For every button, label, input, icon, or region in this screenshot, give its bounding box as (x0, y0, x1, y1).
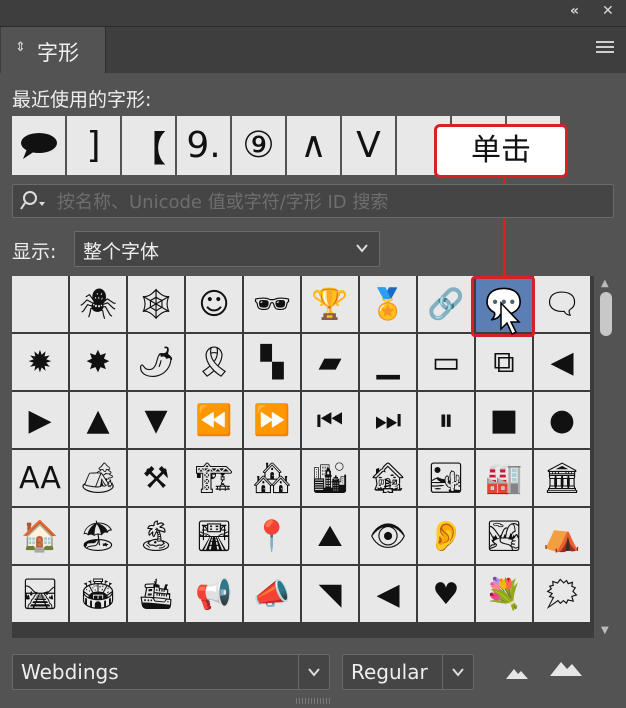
glyph-search-box[interactable] (12, 184, 614, 218)
glyph-cell[interactable]: 🕷 (70, 276, 126, 332)
glyph-cell[interactable]: ▭ (418, 334, 474, 390)
glyph-cell[interactable]: 🏅 (360, 276, 416, 332)
panel-title-bar: « ✕ (0, 0, 626, 27)
glyph-cell[interactable]: 🛤 (12, 566, 68, 622)
glyph-cell[interactable]: 🏆 (302, 276, 358, 332)
glyph-cell[interactable]: AA (12, 450, 68, 506)
recent-glyph[interactable] (12, 116, 65, 175)
glyph-cell[interactable] (12, 276, 68, 332)
scroll-up-icon[interactable]: ▲ (601, 278, 609, 289)
glyph-cell[interactable]: ■ (476, 392, 532, 448)
glyph-cell[interactable]: ✹ (12, 334, 68, 390)
glyph-cell[interactable]: ⏭ (360, 392, 416, 448)
chevron-down-icon[interactable] (307, 664, 321, 683)
glyph-cell[interactable]: ◀ (534, 334, 590, 390)
recent-glyph[interactable]: 【 (122, 116, 175, 175)
glyph-cell[interactable]: 🔗 (418, 276, 474, 332)
glyph-cell[interactable]: ● (534, 392, 590, 448)
tab-glyphs[interactable]: ⇕ 字形 (1, 27, 106, 73)
chevron-down-icon (355, 240, 369, 259)
glyph-cell[interactable]: ⚒ (128, 450, 184, 506)
glyph-cell[interactable]: ⛰ (302, 508, 358, 564)
sort-arrows-icon: ⇕ (15, 40, 26, 55)
resize-grip[interactable] (296, 698, 330, 704)
show-dropdown-value: 整个字体 (83, 241, 160, 263)
glyph-cell[interactable]: 📣 (244, 566, 300, 622)
glyph-cell[interactable]: 🏛 (534, 450, 590, 506)
search-input[interactable] (55, 188, 499, 216)
glyph-cell[interactable]: 💐 (476, 566, 532, 622)
glyph-cell[interactable]: ▼ (128, 392, 184, 448)
font-style-value: Regular (351, 660, 428, 684)
scroll-down-icon[interactable]: ▼ (601, 625, 609, 636)
font-family-dropdown[interactable]: Webdings (12, 654, 330, 690)
mountain-small-icon[interactable] (506, 664, 528, 683)
show-dropdown[interactable]: 整个字体 (74, 231, 380, 267)
glyph-cell[interactable]: 🏝 (128, 508, 184, 564)
glyph-cell[interactable]: ⏸ (418, 392, 474, 448)
glyph-cell[interactable]: 📢 (186, 566, 242, 622)
glyph-cell[interactable]: 🏘 (244, 450, 300, 506)
glyph-cell[interactable]: ⏪ (186, 392, 242, 448)
chevron-down-icon[interactable] (451, 664, 465, 683)
speech-bubble-icon (20, 132, 57, 159)
click-callout: 单击 (434, 124, 568, 178)
glyph-cell[interactable]: ⏮ (302, 392, 358, 448)
glyph-cell[interactable]: ♥ (418, 566, 474, 622)
glyph-cell[interactable]: 🏕 (70, 450, 126, 506)
recent-glyph[interactable]: ] (67, 116, 120, 175)
show-label: 显示: (12, 241, 57, 263)
glyph-cell[interactable]: ▶ (12, 392, 68, 448)
recent-glyphs-label: 最近使用的字形: (12, 89, 152, 111)
glyph-grid-scrollbar[interactable]: ▲ ▼ (598, 276, 614, 638)
hamburger-menu-icon[interactable] (596, 41, 614, 56)
glyph-cell[interactable]: 🗯 (534, 566, 590, 622)
glyph-cell[interactable]: ▰ (302, 334, 358, 390)
glyph-cell[interactable]: 🗨 (534, 276, 590, 332)
panel-tab-row: ⇕ 字形 (0, 27, 626, 73)
recent-glyph[interactable]: ⑨ (232, 116, 285, 175)
glyph-cell[interactable]: ⧉ (476, 334, 532, 390)
glyph-cell[interactable]: ▁ (360, 334, 416, 390)
close-icon[interactable]: ✕ (602, 3, 614, 19)
glyph-cell[interactable]: ⏩ (244, 392, 300, 448)
tab-title: 字形 (37, 41, 79, 65)
glyph-cell[interactable]: ⛺ (534, 508, 590, 564)
glyph-cell[interactable]: 🏗 (186, 450, 242, 506)
glyph-cell[interactable]: 🏙 (302, 450, 358, 506)
glyph-cell[interactable]: 🏖 (70, 508, 126, 564)
glyph-cell[interactable]: 👁 (360, 508, 416, 564)
mountain-large-icon[interactable] (550, 660, 582, 680)
scroll-thumb[interactable] (600, 292, 612, 336)
double-chevron-left-icon[interactable]: « (570, 3, 579, 19)
search-icon[interactable] (19, 189, 49, 217)
glyph-cell[interactable]: ✸ (70, 334, 126, 390)
glyph-cell[interactable]: 👂 (418, 508, 474, 564)
glyph-cell[interactable]: 🌶 (128, 334, 184, 390)
glyph-cell[interactable]: 📍 (244, 508, 300, 564)
glyph-cell[interactable]: 🏞 (476, 508, 532, 564)
glyph-cell[interactable]: 🏚 (360, 450, 416, 506)
glyph-cell[interactable]: 🕸 (128, 276, 184, 332)
glyph-cell[interactable]: 🛳 (128, 566, 184, 622)
recent-glyph[interactable]: V (342, 116, 395, 175)
glyph-cell[interactable]: ☺ (186, 276, 242, 332)
font-style-dropdown[interactable]: Regular (342, 654, 474, 690)
glyph-cell[interactable]: 🕶 (244, 276, 300, 332)
glyph-cell[interactable]: ◥ (302, 566, 358, 622)
recent-glyph[interactable]: ∧ (287, 116, 340, 175)
glyph-cell[interactable]: 🏜 (418, 450, 474, 506)
glyph-cell[interactable]: 🎗 (186, 334, 242, 390)
recent-glyph[interactable]: 9. (177, 116, 230, 175)
glyph-cell[interactable]: 🏠 (12, 508, 68, 564)
glyph-cell[interactable]: 🏟 (70, 566, 126, 622)
glyph-cell[interactable]: ◀ (360, 566, 416, 622)
glyph-cell[interactable]: 🛣 (186, 508, 242, 564)
glyph-cell[interactable]: ▲ (70, 392, 126, 448)
mouse-cursor-icon (499, 301, 523, 341)
glyph-cell[interactable]: ▚ (244, 334, 300, 390)
font-family-value: Webdings (21, 660, 119, 684)
glyph-cell[interactable]: 🏭 (476, 450, 532, 506)
